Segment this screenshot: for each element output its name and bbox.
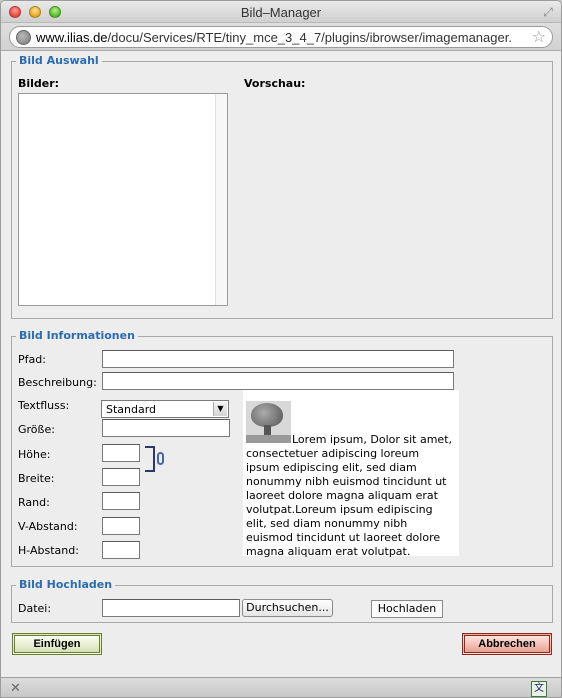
url-path: /docu/Services/RTE/tiny_mce_3_4_7/plugin…	[107, 30, 512, 45]
hoehe-input[interactable]	[102, 444, 140, 462]
translate-icon[interactable]: 文	[531, 681, 547, 697]
groesse-input[interactable]	[102, 419, 230, 437]
close-status-icon[interactable]: ✕	[10, 681, 21, 696]
habstand-label: H-Abstand:	[18, 544, 79, 557]
vorschau-label: Vorschau:	[244, 77, 306, 90]
star-icon[interactable]: ☆	[532, 27, 546, 46]
url-host: www.ilias.de	[36, 30, 108, 45]
browser-window: Bild–Manager ⤢ www.ilias.de/docu/Service…	[0, 0, 562, 698]
window-title: Bild–Manager	[240, 5, 322, 20]
layout-preview: Lorem ipsum, Dolor sit amet, consectetue…	[243, 390, 459, 558]
bild-auswahl-section: Bild Auswahl Bilder: Vorschau:	[11, 54, 553, 319]
bild-hochladen-legend: Bild Hochladen	[16, 578, 116, 591]
beschreibung-input[interactable]	[102, 372, 454, 390]
image-list[interactable]	[18, 93, 228, 306]
bild-auswahl-legend: Bild Auswahl	[16, 54, 102, 67]
textfluss-select[interactable]: Standard ▼	[101, 400, 229, 418]
textfluss-value: Standard	[106, 403, 157, 416]
image-list-scrollbar[interactable]	[215, 94, 227, 305]
rand-label: Rand:	[18, 496, 50, 509]
beschreibung-label: Beschreibung:	[18, 376, 97, 389]
vabstand-input[interactable]	[102, 517, 140, 535]
status-bar: ✕ 文	[1, 677, 561, 697]
preview-text: Lorem ipsum, Dolor sit amet, consectetue…	[246, 433, 453, 558]
rand-input[interactable]	[102, 492, 140, 510]
habstand-input[interactable]	[102, 541, 140, 559]
breite-label: Breite:	[18, 472, 55, 485]
url-text[interactable]: www.ilias.de/docu/Services/RTE/tiny_mce_…	[36, 30, 526, 45]
vabstand-label: V-Abstand:	[18, 520, 78, 533]
breite-input[interactable]	[102, 468, 140, 486]
url-field[interactable]: www.ilias.de/docu/Services/RTE/tiny_mce_…	[9, 26, 553, 48]
durchsuchen-button[interactable]: Durchsuchen...	[242, 599, 333, 617]
bilder-label: Bilder:	[18, 77, 60, 90]
address-bar: www.ilias.de/docu/Services/RTE/tiny_mce_…	[1, 23, 561, 51]
bild-informationen-legend: Bild Informationen	[16, 329, 138, 342]
proportion-bracket	[145, 446, 155, 472]
hoehe-label: Höhe:	[18, 448, 51, 461]
abbrechen-button[interactable]: Abbrechen	[462, 633, 552, 655]
chain-icon[interactable]	[157, 452, 164, 465]
groesse-label: Größe:	[18, 423, 55, 436]
pfad-label: Pfad:	[18, 353, 46, 366]
title-bar: Bild–Manager ⤢	[1, 1, 561, 23]
datei-label: Datei:	[18, 602, 52, 615]
hochladen-button[interactable]: Hochladen	[371, 600, 443, 618]
pfad-input[interactable]	[102, 350, 454, 368]
einfuegen-button[interactable]: Einfügen	[12, 633, 102, 655]
chevron-down-icon[interactable]: ▼	[213, 402, 227, 416]
resize-icon[interactable]: ⤢	[541, 5, 555, 19]
globe-icon	[16, 30, 31, 45]
bild-informationen-section: Bild Informationen Pfad: Beschreibung: T…	[11, 329, 553, 567]
textfluss-label: Textfluss:	[18, 399, 70, 412]
datei-input[interactable]	[102, 599, 240, 617]
bild-hochladen-section: Bild Hochladen Datei: Durchsuchen... Hoc…	[11, 578, 553, 623]
